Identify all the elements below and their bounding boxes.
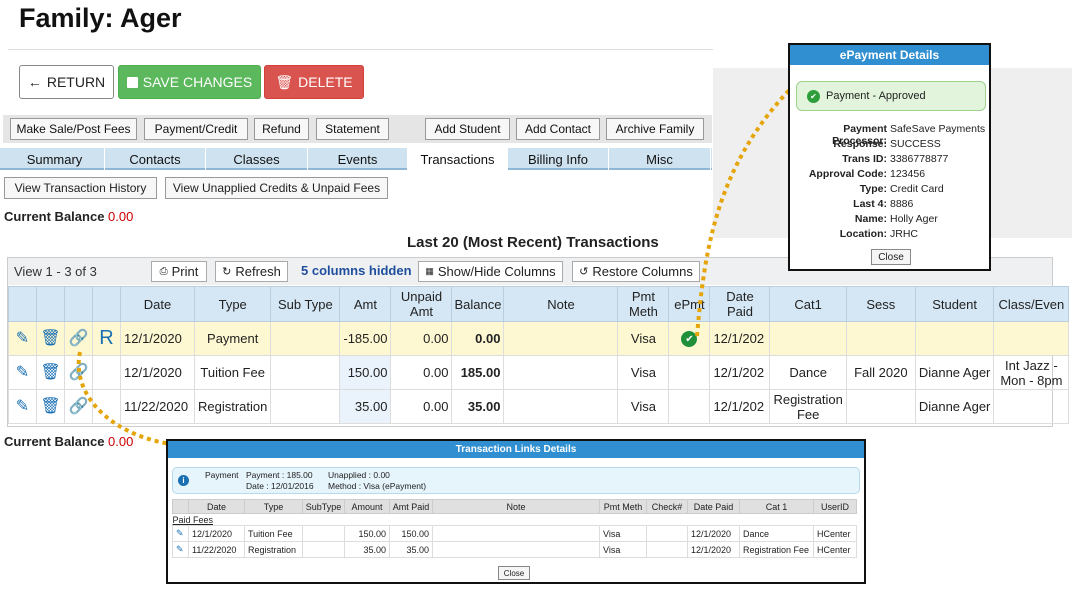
epay-row: Type: Credit Card	[790, 183, 989, 195]
links-cell-note	[432, 541, 600, 558]
links-cell-paid: 150.00	[389, 525, 433, 542]
field-label: Name:	[854, 213, 887, 225]
links-cell-user: HCenter	[813, 525, 857, 542]
info-payment: Payment : 185.00	[246, 470, 313, 480]
links-cell-check	[646, 541, 688, 558]
epay-row: Last 4: 8886	[790, 198, 989, 210]
links-cell-subtype	[302, 541, 345, 558]
links-cell-user: HCenter	[813, 541, 857, 558]
links-edit-cell[interactable]: ✎	[172, 541, 189, 558]
links-cell-type: Registration	[244, 541, 303, 558]
links-col: Amt Paid	[389, 499, 433, 514]
check-circle-icon: ✔	[807, 89, 820, 103]
field-label: Type:	[859, 183, 887, 195]
field-label: Approval Code:	[808, 168, 887, 180]
links-col: Check#	[646, 499, 688, 514]
epay-row: Name: Holly Ager	[790, 213, 989, 225]
links-col: Note	[432, 499, 600, 514]
info-icon: i	[178, 475, 189, 486]
info-method: Method : Visa (ePayment)	[328, 481, 427, 491]
links-header-row: Date Type SubType Amount Amt Paid Note P…	[172, 499, 857, 514]
links-col: SubType	[302, 499, 345, 514]
approved-text: Payment - Approved	[826, 90, 926, 102]
info-date: Date : 12/01/2016	[246, 481, 314, 491]
links-cell-cat: Dance	[739, 525, 814, 542]
pencil-icon[interactable]: ✎	[176, 528, 184, 538]
epay-row: Trans ID: 3386778877	[790, 153, 989, 165]
field-label: Response:	[833, 138, 887, 150]
field-value: JRHC	[890, 228, 918, 240]
field-value: Holly Ager	[890, 213, 938, 225]
links-group-label: Paid Fees	[172, 514, 214, 525]
field-value: 8886	[890, 198, 914, 210]
pencil-icon[interactable]: ✎	[176, 544, 184, 554]
links-col: Type	[244, 499, 303, 514]
links-cell-subtype	[302, 525, 345, 542]
links-edit-cell[interactable]: ✎	[172, 525, 189, 542]
field-value: Credit Card	[890, 183, 944, 195]
links-col: Date Paid	[687, 499, 740, 514]
epayment-title: ePayment Details	[790, 45, 989, 65]
links-cell-note	[432, 525, 600, 542]
links-cell-pmt: Visa	[599, 525, 647, 542]
epay-row: Response: SUCCESS	[790, 138, 989, 150]
links-col	[172, 499, 189, 514]
links-cell-amount: 35.00	[344, 541, 390, 558]
links-info-box: i Payment Payment : 185.00 Unapplied : 0…	[172, 467, 860, 494]
epay-row: Location: JRHC	[790, 228, 989, 240]
approved-status: ✔ Payment - Approved	[796, 81, 986, 111]
links-title: Transaction Links Details	[168, 441, 864, 458]
links-cell-pmt: Visa	[599, 541, 647, 558]
links-col: Amount	[344, 499, 390, 514]
links-col: Pmt Meth	[599, 499, 647, 514]
links-cell-paid: 35.00	[389, 541, 433, 558]
links-col: Cat 1	[739, 499, 814, 514]
links-col: UserID	[813, 499, 857, 514]
links-cell-datepaid: 12/1/2020	[687, 541, 740, 558]
links-row: ✎ 11/22/2020 Registration 35.00 35.00 Vi…	[172, 541, 857, 558]
links-col: Date	[188, 499, 245, 514]
info-unapplied: Unapplied : 0.00	[328, 470, 390, 480]
links-close-button[interactable]: Close	[498, 566, 530, 580]
links-cell-check	[646, 525, 688, 542]
links-cell-date: 12/1/2020	[188, 525, 245, 542]
field-value: 123456	[890, 168, 926, 180]
links-row: ✎ 12/1/2020 Tuition Fee 150.00 150.00 Vi…	[172, 525, 857, 542]
info-type: Payment	[205, 470, 239, 480]
links-cell-datepaid: 12/1/2020	[687, 525, 740, 542]
transaction-links-dialog: Transaction Links Details i Payment Paym…	[166, 439, 866, 584]
field-label: Trans ID:	[842, 153, 887, 165]
links-cell-date: 11/22/2020	[188, 541, 245, 558]
field-value: SUCCESS	[890, 138, 941, 150]
epay-row: Approval Code: 123456	[790, 168, 989, 180]
field-value: 3386778877	[890, 153, 949, 165]
links-group-row: Paid Fees	[173, 514, 857, 526]
field-label: Location:	[839, 228, 887, 240]
field-label: Last 4:	[853, 198, 887, 210]
links-cell-cat: Registration Fee	[739, 541, 814, 558]
links-cell-type: Tuition Fee	[244, 525, 303, 542]
epayment-close-button[interactable]: Close	[871, 249, 911, 265]
epayment-details-dialog: ePayment Details ✔ Payment - Approved Pa…	[788, 43, 991, 271]
links-table: Date Type SubType Amount Amt Paid Note P…	[172, 499, 857, 558]
links-cell-amount: 150.00	[344, 525, 390, 542]
